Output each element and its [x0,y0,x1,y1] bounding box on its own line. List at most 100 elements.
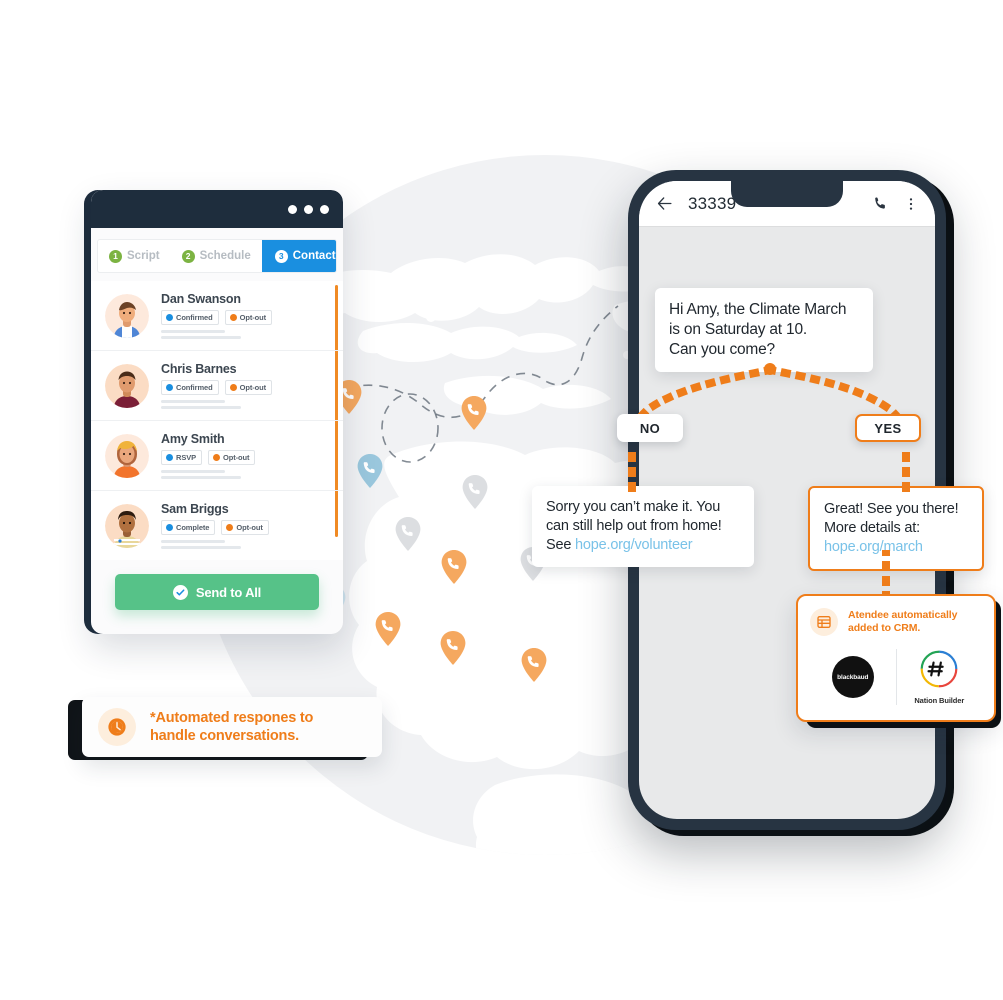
branch-chip-yes-label: YES [874,420,902,436]
detail-placeholder-line [161,540,225,543]
contact-name: Chris Barnes [161,362,237,376]
map-pin [357,454,383,488]
contact-row[interactable]: Chris Barnes Confirmed Opt-out [91,351,343,421]
crm-logo-row: blackbaud Nation Builder [810,646,982,708]
optout-badge[interactable]: Opt-out [221,520,269,535]
contact-badges: RSVP Opt-out [161,450,333,465]
contact-badges: Complete Opt-out [161,520,333,535]
detail-placeholder-line [161,546,241,549]
status-badge-label: Complete [176,523,210,532]
check-icon [172,584,188,600]
status-badge-label: Confirmed [176,383,213,392]
intro-line-3: Can you come? [669,341,775,359]
optout-badge-label: Opt-out [239,313,266,322]
phone-call-icon[interactable] [872,195,889,212]
status-badge-icon [166,454,173,461]
tab-script[interactable]: 1 Script [98,240,171,272]
contact-details: Sam Briggs Complete Opt-out [161,502,333,549]
avatar [105,293,149,338]
avatar [105,503,149,548]
status-badge-icon [166,384,173,391]
contact-details: Dan Swanson Confirmed Opt-out [161,292,333,339]
callout-line-1: *Automated respones to [150,709,314,726]
send-to-all-button[interactable]: Send to All [115,574,319,610]
status-badge-icon [166,314,173,321]
status-badge-label: RSVP [176,453,197,462]
status-badge-icon [166,524,173,531]
window-dot-1[interactable] [288,204,297,214]
detail-placeholder-line [161,336,241,339]
contact-details: Chris Barnes Confirmed Opt-out [161,362,333,409]
detail-placeholder-line [161,470,225,473]
status-badge-label: Confirmed [176,313,213,322]
status-badge[interactable]: Confirmed [161,380,219,395]
callout-line-2: handle conversations. [150,728,299,744]
optout-badge-icon [226,524,234,531]
optout-badge[interactable]: Opt-out [208,450,256,465]
avatar [105,363,149,408]
status-badge[interactable]: RSVP [161,450,203,465]
tab-script-label: Script [127,250,160,262]
send-button-wrapper: Send to All [91,560,343,610]
branch-chip-no-label: NO [639,420,661,436]
tab-contacts[interactable]: 3 Contacts [261,240,336,272]
window-dot-3[interactable] [320,204,329,214]
status-badge[interactable]: Confirmed [161,310,219,325]
contact-name: Dan Swanson [161,292,241,306]
intro-line-2: is on Saturday at 10. [669,321,807,339]
callout-text: *Automated respones to handle conversati… [150,709,313,745]
optout-badge-label: Opt-out [223,453,250,462]
crm-title-line-2: added to CRM. [848,622,921,635]
branch-chip-no[interactable]: NO [617,414,683,442]
map-pin [440,631,466,665]
tab-script-number: 1 [109,249,122,263]
optout-badge-label: Opt-out [236,523,263,532]
wizard-tabs: 1 Script 2 Schedule 3 Contacts [97,239,337,273]
contact-details: Amy Smith RSVP Opt-out [161,432,333,479]
sms-thread-number: 33339 [688,193,737,213]
automated-responses-callout: *Automated respones to handle conversati… [82,697,382,757]
contact-badges: Confirmed Opt-out [161,310,333,325]
optout-badge[interactable]: Opt-out [224,380,272,395]
automation-clock-icon [98,708,136,746]
browser-panel: 1 Script 2 Schedule 3 Contacts Dan Swans… [91,190,343,634]
map-pin [441,550,467,584]
tab-contacts-number: 3 [274,249,288,263]
window-dot-2[interactable] [304,204,313,214]
contact-list: Dan Swanson Confirmed Opt-out Chris Barn… [91,281,343,560]
status-badge[interactable]: Complete [161,520,216,535]
crm-card-header: Atendee automatically added to CRM. [810,608,982,636]
intro-line-1: Hi Amy, the Climate March [669,301,847,318]
contact-badges: Confirmed Opt-out [161,380,333,395]
detail-placeholder-line [161,476,241,479]
back-arrow-icon[interactable] [655,194,674,213]
contact-name: Sam Briggs [161,502,229,516]
detail-placeholder-line [161,406,241,409]
nationbuilder-logo-label: Nation Builder [914,696,965,705]
optout-badge-label: Opt-out [239,383,266,392]
contact-name: Amy Smith [161,432,225,446]
browser-title-bar [91,190,343,228]
optout-badge-icon [229,314,237,321]
optout-badge-icon [213,454,221,461]
map-pin [375,612,401,646]
map-pin [461,396,487,430]
optout-badge[interactable]: Opt-out [224,310,272,325]
tab-schedule[interactable]: 2 Schedule [171,240,262,272]
nationbuilder-logo: Nation Builder [897,649,983,705]
send-to-all-label: Send to All [195,584,262,600]
detail-placeholder-line [161,330,225,333]
illustration-stage: 1 Script 2 Schedule 3 Contacts Dan Swans… [0,0,1003,1000]
tab-schedule-label: Schedule [199,250,251,262]
contact-row[interactable]: Amy Smith RSVP Opt-out [91,421,343,491]
contact-row[interactable]: Sam Briggs Complete Opt-out [91,491,343,560]
blackbaud-logo: blackbaud [810,656,896,698]
detail-placeholder-line [161,400,225,403]
table-icon [810,608,838,636]
tab-schedule-number: 2 [181,249,195,263]
overflow-menu-icon[interactable] [903,196,919,212]
crm-card-title: Atendee automatically added to CRM. [848,608,957,635]
contact-row[interactable]: Dan Swanson Confirmed Opt-out [91,281,343,351]
crm-title-line-1: Atendee automatically [848,609,958,621]
branch-chip-yes[interactable]: YES [855,414,921,442]
